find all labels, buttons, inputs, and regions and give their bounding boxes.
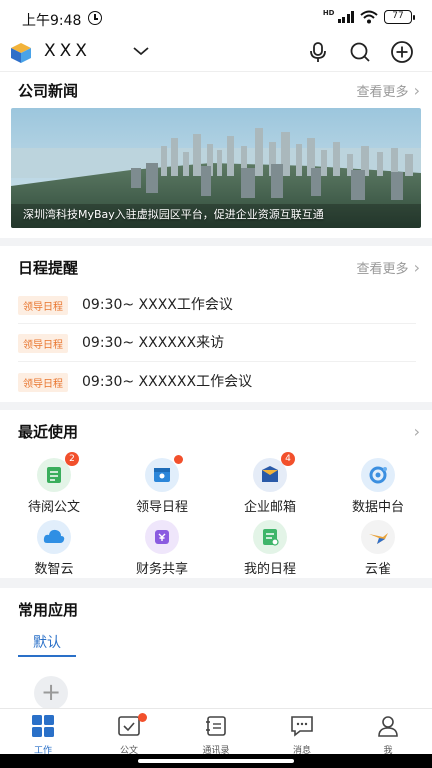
calendar-user-icon [145, 455, 183, 492]
chevron-down-icon[interactable] [132, 42, 150, 60]
nav-messages[interactable]: 消息 [262, 715, 342, 756]
signal-icon [337, 11, 354, 23]
app-daiyue-gongwen[interactable]: 2 待阅公文 [0, 452, 108, 515]
tab-indicator [18, 655, 76, 657]
cloud-icon [37, 520, 71, 554]
user-icon [378, 716, 398, 737]
app-label: 企业邮箱 [243, 500, 296, 515]
add-app-button[interactable]: + [34, 676, 68, 710]
news-title: 公司新闻 [18, 82, 79, 100]
tab-default[interactable]: 默认 [18, 632, 76, 652]
app-caiwu-gongxiang[interactable]: 财务共享 [108, 520, 216, 577]
schedule-item[interactable]: 领导日程 09:30~ XXXXXX工作会议 [18, 363, 416, 401]
app-label: 数智云 [34, 562, 74, 577]
battery-icon: 77 [384, 10, 415, 24]
add-circle-icon[interactable] [390, 40, 414, 64]
document-icon: 2 [37, 452, 79, 492]
app-wode-richeng[interactable]: 我的日程 [216, 520, 324, 577]
app-logo-icon [11, 43, 31, 63]
notification-badge: 2 [65, 452, 79, 466]
app-label: 我的日程 [243, 562, 296, 577]
news-more-link[interactable]: 查看更多 [357, 81, 421, 100]
schedule-text: 09:30~ XXXXXX工作会议 [82, 374, 253, 390]
lark-bird-icon [361, 520, 395, 554]
status-time: 上午9:48 [22, 13, 82, 29]
my-schedule-icon [253, 520, 287, 554]
banner-caption: 深圳湾科技MyBay入驻虚拟园区平台，促进企业资源互联互通 [23, 208, 324, 221]
app-label: 数据中台 [351, 500, 404, 515]
data-hub-icon [361, 458, 395, 492]
schedule-text: 09:30~ XXXXXX来访 [82, 335, 225, 351]
nav-work[interactable]: 工作 [3, 715, 83, 756]
recent-section: 最近使用 2 待阅公文 领导日程 4 企业邮箱 数据中台 数智云 [0, 410, 432, 578]
common-apps-title: 常用应用 [18, 601, 79, 619]
recent-more-arrow[interactable] [414, 422, 420, 441]
message-icon [291, 716, 313, 737]
app-label: 待阅公文 [27, 500, 80, 515]
finance-icon [145, 520, 179, 554]
schedule-item[interactable]: 领导日程 09:30~ XXXXXX来访 [18, 324, 416, 362]
schedule-section: 日程提醒 查看更多 领导日程 09:30~ XXXX工作会议 领导日程 09:3… [0, 246, 432, 402]
grid-icon [32, 715, 54, 737]
nav-documents[interactable]: 公文 [89, 713, 169, 756]
org-name[interactable]: XXX [44, 41, 91, 61]
network-type: HD [322, 9, 335, 17]
schedule-tag: 领导日程 [18, 373, 68, 392]
schedule-text: 09:30~ XXXX工作会议 [82, 297, 233, 313]
notification-badge: 4 [281, 452, 295, 466]
recent-title: 最近使用 [18, 423, 79, 441]
microphone-icon[interactable] [306, 40, 330, 64]
schedule-title: 日程提醒 [18, 259, 79, 277]
bottom-nav: 工作 公文 通讯录 消息 我 [0, 708, 432, 756]
mail-box-icon: 4 [253, 452, 295, 492]
nav-contacts[interactable]: 通讯录 [176, 715, 256, 756]
nav-me[interactable]: 我 [348, 715, 428, 756]
top-bar: XXX [0, 36, 432, 72]
app-lingdao-richeng[interactable]: 领导日程 [108, 455, 216, 515]
app-shuzhiyun[interactable]: 数智云 [0, 520, 108, 577]
status-indicators: HD 77 [322, 9, 415, 24]
app-label: 云雀 [364, 562, 391, 577]
app-label: 领导日程 [135, 500, 188, 515]
app-yunque[interactable]: 云雀 [324, 520, 432, 577]
app-shuju-zhongtai[interactable]: 数据中台 [324, 458, 432, 515]
app-label: 财务共享 [135, 562, 188, 577]
contacts-icon [206, 716, 226, 736]
schedule-tag: 领导日程 [18, 296, 68, 315]
alarm-icon [88, 11, 102, 25]
notification-dot [138, 713, 147, 722]
schedule-tag: 领导日程 [18, 334, 68, 353]
news-banner[interactable]: 深圳湾科技MyBay入驻虚拟园区平台，促进企业资源互联互通 [11, 108, 421, 228]
search-icon[interactable] [348, 40, 372, 64]
home-indicator [0, 754, 432, 768]
schedule-more-link[interactable]: 查看更多 [357, 258, 421, 277]
status-bar: 上午9:48 HD 77 [0, 0, 432, 36]
schedule-item[interactable]: 领导日程 09:30~ XXXX工作会议 [18, 286, 416, 324]
notification-dot [174, 455, 183, 464]
wifi-icon [360, 10, 378, 24]
app-qiye-youxiang[interactable]: 4 企业邮箱 [216, 452, 324, 515]
